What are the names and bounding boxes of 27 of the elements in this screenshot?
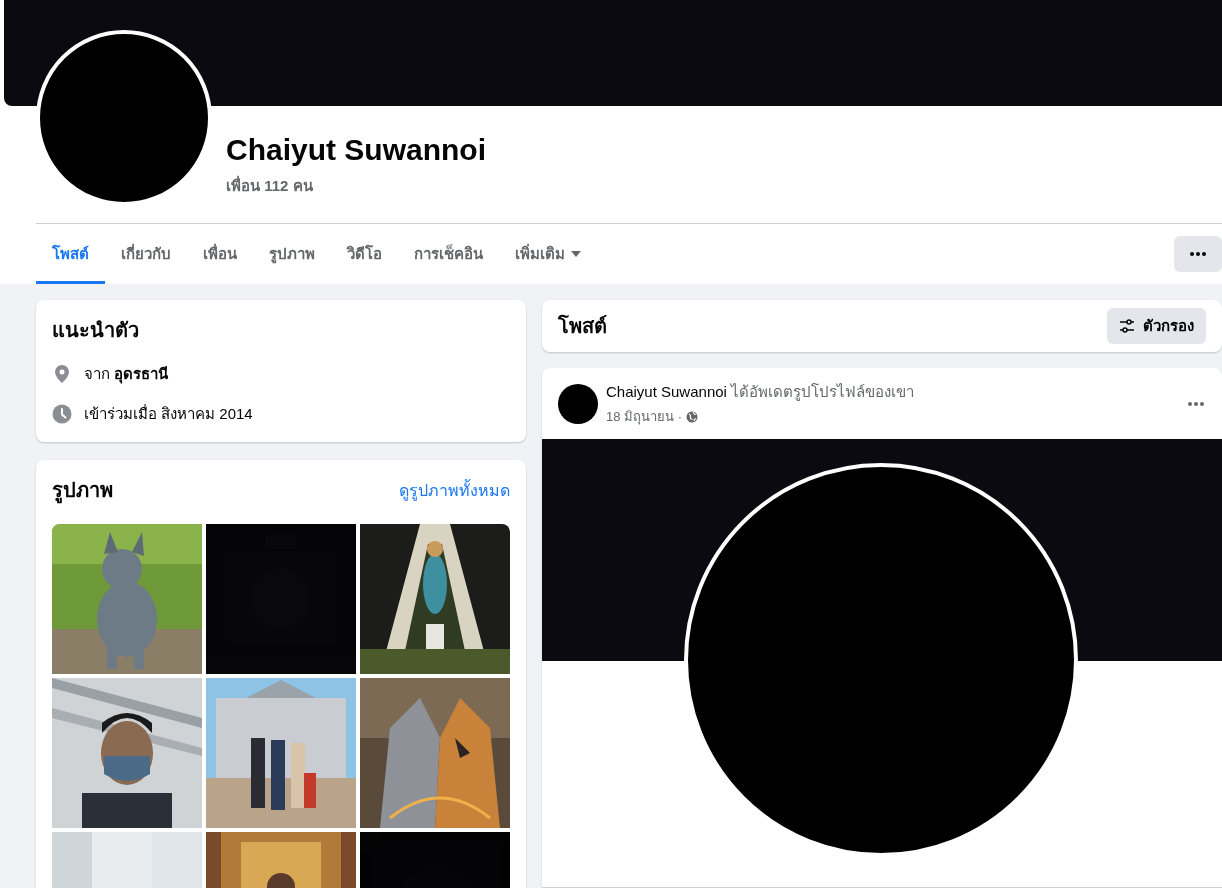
profile-tab[interactable]: รูปภาพ [253, 224, 331, 284]
profile-tab[interactable]: เพื่อน [187, 224, 253, 284]
filter-button[interactable]: ตัวกรอง [1107, 308, 1206, 344]
clock-icon [52, 404, 72, 424]
friend-count[interactable]: เพื่อน 112 คน [226, 174, 313, 198]
intro-text: เข้าร่วมเมื่อ สิงหาคม 2014 [84, 403, 253, 424]
profile-tab[interactable]: การเช็คอิน [398, 224, 499, 284]
more-icon [1188, 251, 1208, 257]
intro-text: จาก อุดรธานี [84, 364, 169, 386]
author-link[interactable]: Chaiyut Suwannoi [606, 383, 727, 400]
card-title: รูปภาพ [52, 474, 113, 506]
profile-tab[interactable]: เกี่ยวกับ [105, 224, 187, 284]
card-title: แนะนำตัว [52, 318, 140, 343]
more-button[interactable] [1174, 236, 1222, 272]
filter-sliders-icon [1119, 318, 1135, 334]
card-title: โพสต์ [558, 313, 607, 339]
more-options-icon[interactable] [1186, 400, 1206, 407]
author-avatar[interactable] [558, 383, 598, 424]
post-action-text: ได้อัพเดตรูปโปรไฟล์ของเขา [731, 383, 915, 400]
location-pin-icon [52, 364, 72, 384]
post-date[interactable]: 18 มิถุนายน · [606, 406, 682, 427]
profile-tab[interactable]: โพสต์ [36, 224, 105, 284]
profile-tab[interactable]: วิดีโอ [331, 224, 398, 284]
globe-icon [686, 410, 698, 423]
profile-tab[interactable]: เพิ่มเติม [499, 224, 597, 284]
see-all-photos-link[interactable]: ดูรูปภาพทั้งหมด [399, 477, 510, 503]
profile-name: Chaiyut Suwannoi [226, 132, 487, 168]
